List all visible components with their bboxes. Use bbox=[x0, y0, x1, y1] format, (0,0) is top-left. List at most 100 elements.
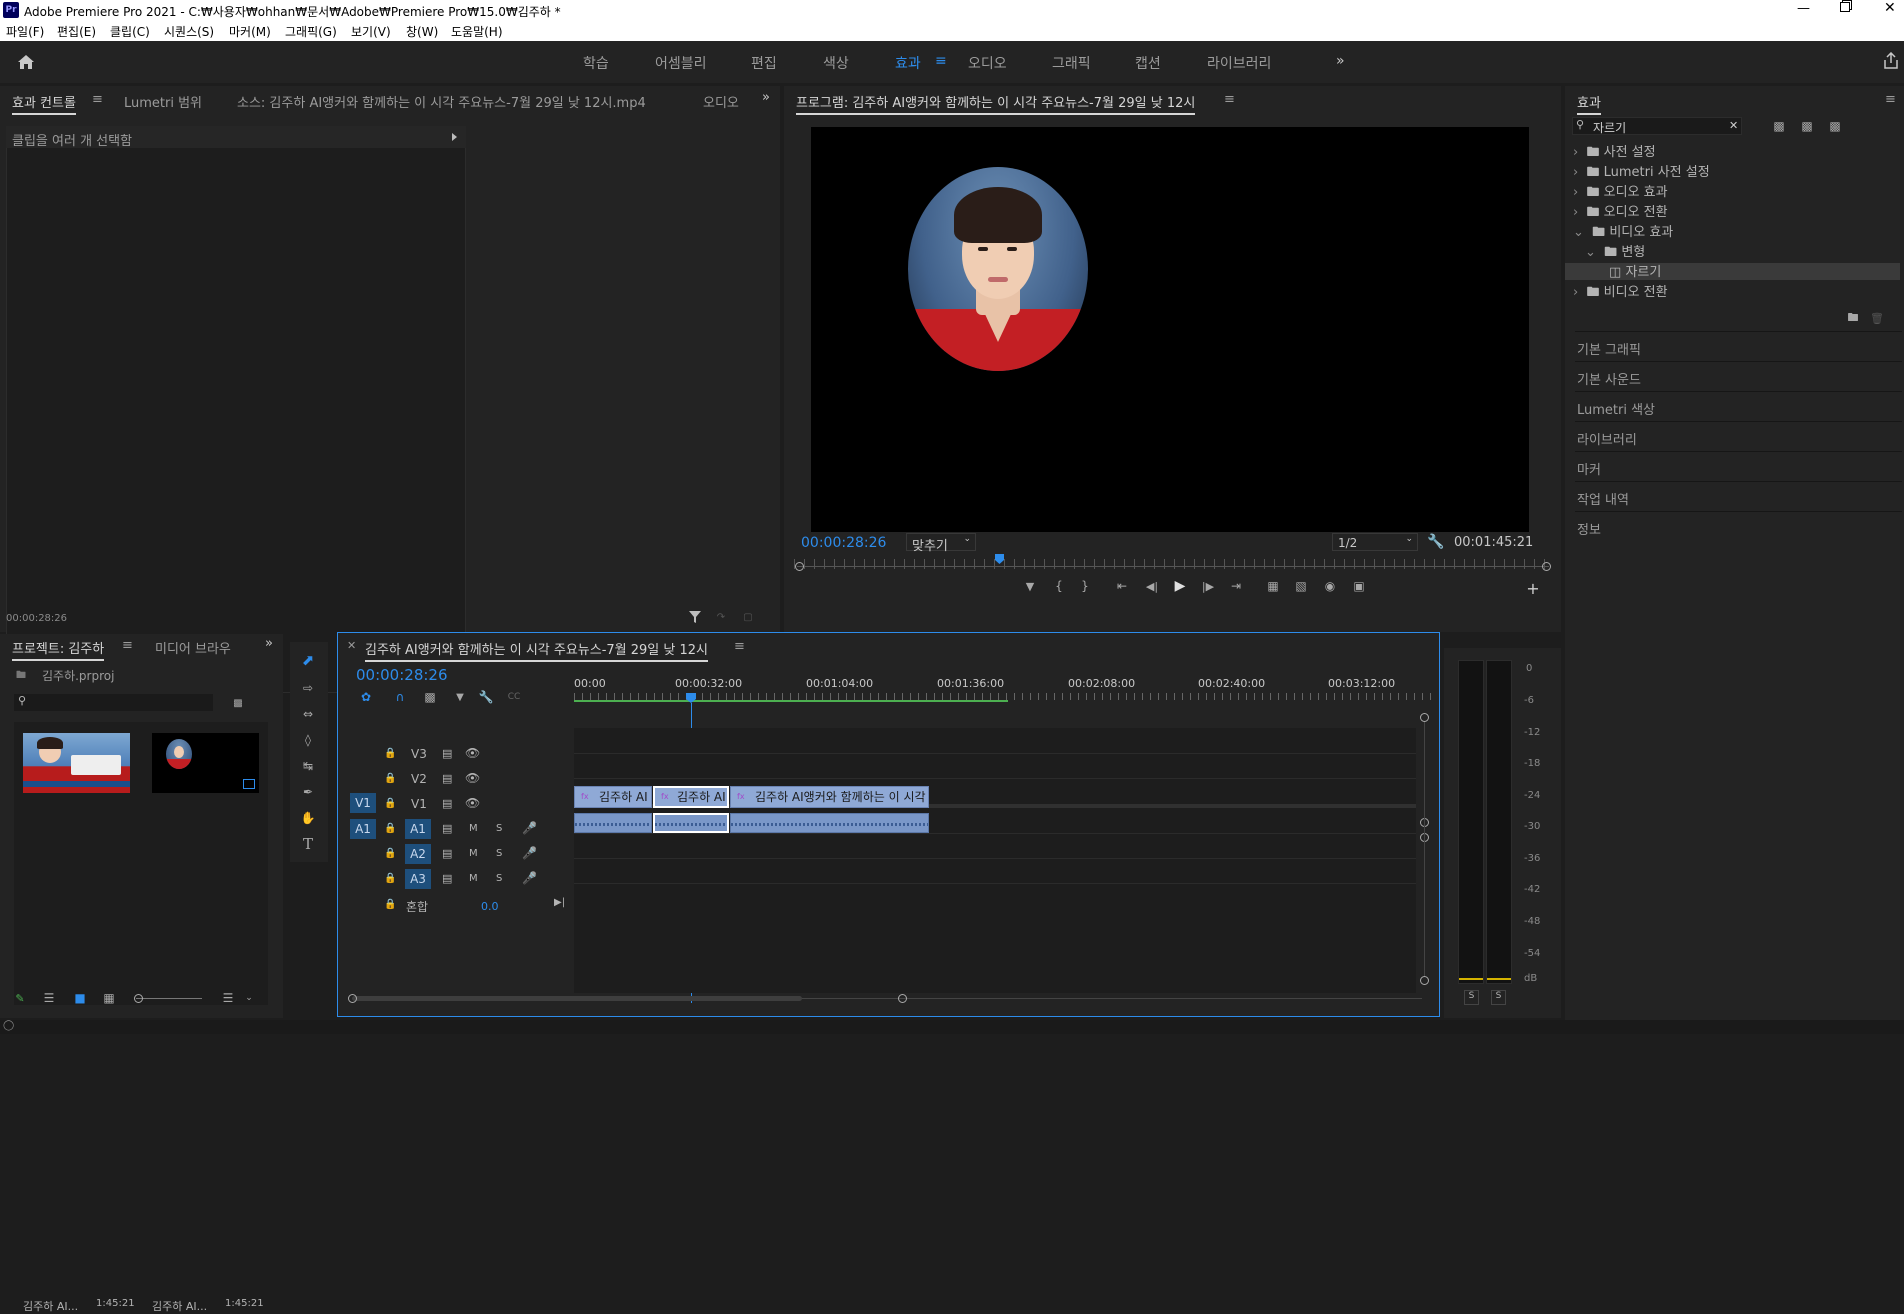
home-icon[interactable] bbox=[16, 53, 36, 71]
menu-view[interactable]: 보기(V) bbox=[351, 23, 391, 40]
lift-icon[interactable]: ▦ bbox=[1264, 579, 1282, 593]
go-to-in-icon[interactable]: ⇤ bbox=[1114, 579, 1130, 593]
lock-icon[interactable]: 🔒 bbox=[384, 773, 396, 784]
track-a1-label[interactable]: A1 bbox=[405, 819, 431, 839]
track-v3-label[interactable]: V3 bbox=[411, 747, 427, 761]
go-to-end-icon[interactable]: ▶| bbox=[554, 897, 565, 908]
track-a3-label[interactable]: A3 bbox=[405, 869, 431, 889]
add-marker-icon[interactable]: ▼ bbox=[1023, 579, 1037, 593]
tab-project[interactable]: 프로젝트: 김주하 bbox=[12, 638, 105, 661]
hand-tool-icon[interactable]: ✋ bbox=[298, 808, 318, 828]
project-search[interactable]: ⚲ bbox=[14, 694, 213, 711]
list-view-icon[interactable]: ☰ bbox=[42, 991, 56, 1005]
32bit-effects-icon[interactable]: ▩ bbox=[1799, 119, 1815, 133]
vscroll-handle-top[interactable] bbox=[1420, 713, 1429, 722]
sync-icon[interactable]: ▤ bbox=[442, 772, 452, 785]
sync-icon[interactable]: ▤ bbox=[442, 797, 452, 810]
workspace-audio[interactable]: 오디오 bbox=[968, 53, 1007, 73]
workspace-assembly[interactable]: 어셈블리 bbox=[655, 53, 707, 73]
section-libraries[interactable]: 라이브러리 bbox=[1575, 421, 1902, 450]
workspace-effects[interactable]: 효과 bbox=[895, 53, 921, 73]
resolution-select[interactable]: 1/2 ⌄ bbox=[1332, 533, 1418, 551]
effects-menu-icon[interactable]: ≡ bbox=[1885, 92, 1896, 107]
mic-icon[interactable]: 🎤 bbox=[522, 846, 537, 860]
mic-icon[interactable]: 🎤 bbox=[522, 821, 537, 835]
eye-icon[interactable]: 👁 bbox=[465, 796, 480, 810]
mic-icon[interactable]: 🎤 bbox=[522, 871, 537, 885]
panel-more-icon[interactable]: » bbox=[762, 90, 770, 105]
step-forward-icon[interactable]: |▶ bbox=[1200, 579, 1216, 593]
mark-in-icon[interactable]: { bbox=[1052, 579, 1066, 593]
meter-solo-right[interactable]: S bbox=[1491, 990, 1506, 1005]
track-a2-label[interactable]: A2 bbox=[405, 844, 431, 864]
lock-icon[interactable]: 🔒 bbox=[384, 798, 396, 809]
vscroll-handle-bottom[interactable] bbox=[1420, 976, 1429, 985]
project-more-icon[interactable]: » bbox=[265, 636, 273, 651]
workspace-more-icon[interactable]: » bbox=[1336, 53, 1345, 69]
mute-button[interactable]: M bbox=[469, 823, 478, 834]
program-ruler[interactable] bbox=[794, 559, 1552, 569]
eye-icon[interactable]: 👁 bbox=[465, 771, 480, 785]
audio-clip-3[interactable] bbox=[730, 813, 929, 833]
step-back-icon[interactable]: ◀| bbox=[1144, 579, 1160, 593]
program-timecode[interactable]: 00:00:28:26 bbox=[801, 535, 886, 551]
source-v1-button[interactable]: V1 bbox=[350, 793, 376, 813]
timeline-title[interactable]: 김주하 AI앵커와 함께하는 이 시각 주요뉴스-7월 29일 낮 12시 bbox=[365, 639, 708, 662]
tree-item-video-transitions[interactable]: › 🖿 비디오 전환 bbox=[1573, 281, 1668, 305]
new-bin-icon[interactable]: 🖿 bbox=[1845, 311, 1861, 325]
section-history[interactable]: 작업 내역 bbox=[1575, 481, 1902, 510]
zoom-slider-handle[interactable] bbox=[134, 994, 143, 1003]
tab-source[interactable]: 소스: 김주하 AI앵커와 함께하는 이 시각 주요뉴스-7월 29일 낮 12… bbox=[237, 92, 646, 111]
hscroll-handle-right[interactable] bbox=[898, 994, 907, 1003]
section-essential-sound[interactable]: 기본 사운드 bbox=[1575, 361, 1902, 390]
find-icon[interactable]: ▩ bbox=[230, 696, 246, 710]
menu-help[interactable]: 도움말(H) bbox=[451, 23, 503, 40]
sync-icon[interactable]: ▤ bbox=[442, 747, 452, 760]
selection-tool-icon[interactable]: ⬈ bbox=[298, 650, 318, 670]
pencil-icon[interactable]: ✎ bbox=[13, 991, 27, 1005]
zoom-handle-left[interactable] bbox=[795, 562, 804, 571]
ripple-edit-tool-icon[interactable]: ⇔ bbox=[298, 704, 318, 724]
tab-lumetri-scopes[interactable]: Lumetri 범위 bbox=[124, 92, 202, 111]
captions-icon[interactable]: CC bbox=[506, 689, 522, 705]
work-area-bar[interactable] bbox=[574, 700, 1008, 702]
marker-icon[interactable]: ▼ bbox=[452, 689, 468, 705]
lock-icon[interactable]: 🔒 bbox=[384, 848, 396, 859]
workspace-color[interactable]: 색상 bbox=[823, 53, 849, 73]
lock-icon[interactable]: 🔒 bbox=[384, 899, 396, 910]
filter-icon[interactable] bbox=[688, 610, 702, 624]
eye-icon[interactable]: 👁 bbox=[465, 746, 480, 760]
track-select-tool-icon[interactable]: ⇨ bbox=[298, 678, 318, 698]
accelerated-effects-icon[interactable]: ▩ bbox=[1771, 119, 1787, 133]
program-zoom-bar[interactable] bbox=[797, 566, 1549, 567]
solo-button[interactable]: S bbox=[496, 848, 502, 859]
project-item-1[interactable] bbox=[23, 733, 130, 793]
restore-icon[interactable] bbox=[1840, 2, 1850, 12]
tab-audio[interactable]: 오디오 bbox=[703, 92, 741, 111]
go-to-out-icon[interactable]: ⇥ bbox=[1228, 579, 1244, 593]
snap-icon[interactable]: ∩ bbox=[392, 689, 408, 705]
extract-icon[interactable]: ▧ bbox=[1292, 579, 1310, 593]
hscroll-thumb[interactable] bbox=[352, 996, 802, 1001]
nest-icon[interactable]: ✿ bbox=[358, 689, 374, 705]
zoom-handle-right[interactable] bbox=[1542, 562, 1551, 571]
clear-search-icon[interactable]: ✕ bbox=[1729, 119, 1738, 132]
program-menu-icon[interactable]: ≡ bbox=[1224, 92, 1235, 107]
camera-icon[interactable]: ◉ bbox=[1321, 579, 1339, 593]
play-icon[interactable]: ▶ bbox=[1172, 578, 1188, 594]
lock-icon[interactable]: 🔒 bbox=[384, 873, 396, 884]
lock-icon[interactable]: 🔒 bbox=[384, 748, 396, 759]
sync-icon[interactable]: ▤ bbox=[442, 822, 452, 835]
freeform-view-icon[interactable]: ▦ bbox=[100, 991, 118, 1005]
workspace-menu-icon[interactable]: ≡ bbox=[935, 53, 947, 69]
menu-clip[interactable]: 클립(C) bbox=[110, 23, 150, 40]
razor-tool-icon[interactable]: ◊ bbox=[298, 730, 318, 750]
section-essential-graphics[interactable]: 기본 그래픽 bbox=[1575, 331, 1902, 360]
project-item-2[interactable] bbox=[152, 733, 259, 793]
sync-icon[interactable]: ▤ bbox=[442, 847, 452, 860]
tab-media-browser[interactable]: 미디어 브라우 bbox=[155, 638, 231, 657]
solo-button[interactable]: S bbox=[496, 823, 502, 834]
audio-clip-2[interactable] bbox=[653, 813, 729, 833]
solo-button[interactable]: S bbox=[496, 873, 502, 884]
video-clip-1[interactable]: fx 김주하 AI bbox=[574, 786, 652, 808]
